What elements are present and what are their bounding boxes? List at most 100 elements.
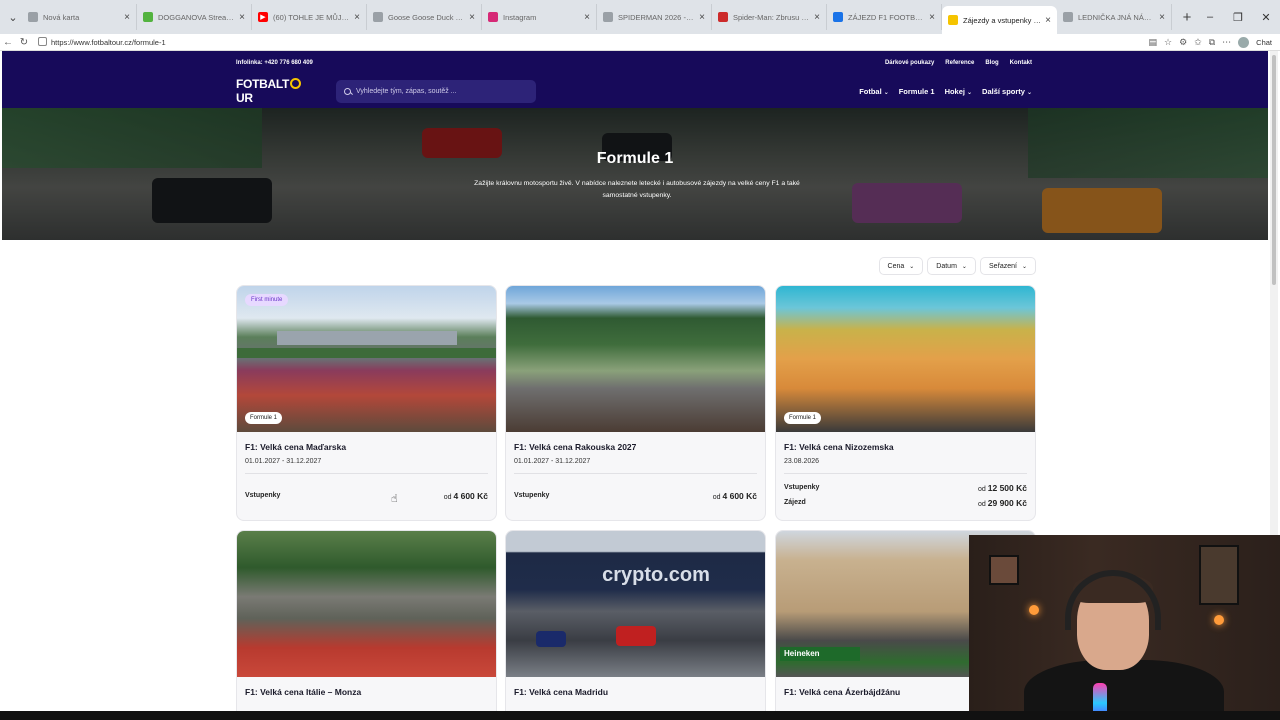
price-row: Vstupenky od 12 500 Kč: [776, 480, 1035, 495]
top-link-reference[interactable]: Reference: [945, 60, 974, 66]
nav-label: Další sporty: [982, 86, 1025, 96]
favorites-icon[interactable]: ✩: [1194, 37, 1202, 48]
maximize-icon[interactable]: ❐: [1224, 11, 1252, 24]
more-icon[interactable]: ⋯: [1222, 37, 1231, 48]
close-icon[interactable]: ×: [124, 12, 130, 23]
tab-title: Nová karta: [43, 12, 80, 22]
browser-tab[interactable]: Instagram ×: [482, 4, 597, 30]
chat-button[interactable]: Chat: [1256, 38, 1272, 47]
site-header: FOTBALTUR Vyhledejte tým, zápas, soutěž …: [2, 74, 1268, 108]
close-icon[interactable]: ×: [584, 12, 590, 23]
first-minute-badge: First minute: [245, 294, 289, 306]
tab-title: Instagram: [503, 12, 537, 22]
price-prefix: od: [978, 500, 986, 508]
banner-text: crypto.com: [602, 563, 710, 586]
close-icon[interactable]: ×: [469, 12, 475, 23]
filter-sort[interactable]: Seřazení ⌄: [979, 257, 1036, 275]
event-image: [237, 531, 496, 677]
event-card[interactable]: First minute Formule 1 F1: Velká cena Ma…: [236, 285, 497, 521]
browser-tab[interactable]: LEDNIČKA JNÁ NÁPOJE MINI... ×: [1057, 4, 1172, 30]
tab-favicon-icon: [948, 15, 958, 25]
nav-label: Formule 1: [898, 86, 935, 96]
price-amount: 4 600 Kč: [453, 490, 489, 501]
search-icon: [833, 12, 843, 22]
top-link-gift[interactable]: Dárkové poukazy: [885, 60, 934, 66]
close-window-icon[interactable]: ✕: [1252, 11, 1280, 24]
close-icon[interactable]: ×: [814, 12, 820, 23]
race-car: [536, 631, 566, 647]
browser-tab[interactable]: SPIDERMAN 2026 - Hledat ×: [597, 4, 712, 30]
bookmark-star-icon[interactable]: ☆: [1164, 37, 1172, 48]
race-car: [616, 626, 656, 646]
event-date: 01.01.2027 - 31.12.2027: [514, 458, 591, 465]
event-card[interactable]: F1: Velká cena Itálie – Monza: [236, 530, 497, 711]
price-value: od 29 900 Kč: [978, 498, 1027, 508]
category-badge: Formule 1: [245, 412, 283, 424]
minimize-icon[interactable]: –: [1196, 11, 1224, 23]
browser-tab[interactable]: ▶ (60) TOHLE JE MŮJ NOVÝ BYT! - ... ×: [252, 4, 367, 30]
chevron-down-icon: ⌄: [883, 89, 889, 96]
tab-list-icon[interactable]: ⌄: [4, 8, 22, 26]
browser-tab[interactable]: Goose Goose Duck ve službě St... ×: [367, 4, 482, 30]
close-icon[interactable]: ×: [1159, 12, 1165, 23]
close-icon[interactable]: ×: [929, 12, 935, 23]
chevron-down-icon: ⌄: [1026, 89, 1032, 96]
new-tab-icon[interactable]: +: [1176, 9, 1198, 26]
nav-hokej[interactable]: Hokej ⌄: [945, 87, 972, 96]
browser-tab[interactable]: Nová karta ×: [22, 4, 137, 30]
price-label: Vstupenky: [514, 492, 550, 499]
mouse-cursor-icon: ☝: [391, 493, 398, 505]
url-field[interactable]: https://www.fotbaltour.cz/formule-1: [38, 37, 166, 47]
filter-date[interactable]: Datum ⌄: [927, 257, 976, 275]
filter-label: Seřazení: [988, 262, 1017, 270]
infoline[interactable]: Infolinka: +420 776 680 409: [236, 60, 313, 66]
site-logo[interactable]: FOTBALTUR: [236, 77, 314, 105]
browser-tab-active[interactable]: Zájezdy a vstupenky na Formuli...×: [942, 6, 1057, 34]
close-icon[interactable]: ×: [1045, 15, 1051, 26]
event-card[interactable]: Formule 1 F1: Velká cena Nizozemska 23.0…: [775, 285, 1036, 521]
collections-icon[interactable]: ⧉: [1209, 37, 1215, 48]
event-image: crypto.com: [506, 531, 765, 677]
event-image: First minute Formule 1: [237, 286, 496, 432]
logo-ring-icon: [289, 78, 301, 89]
event-card[interactable]: F1: Velká cena Rakouska 2027 01.01.2027 …: [505, 285, 766, 521]
divider: [514, 473, 757, 474]
banner-text: Heineken: [784, 649, 820, 658]
nav-label: Hokej: [944, 86, 965, 96]
close-icon[interactable]: ×: [699, 12, 705, 23]
tab-favicon-icon: [28, 12, 38, 22]
chevron-down-icon: ⌄: [961, 263, 967, 270]
close-icon[interactable]: ×: [239, 12, 245, 23]
top-link-contact[interactable]: Kontakt: [1010, 60, 1032, 66]
site-info-icon[interactable]: [38, 37, 47, 46]
event-card[interactable]: crypto.com F1: Velká cena Madridu: [505, 530, 766, 711]
back-icon[interactable]: ←: [0, 37, 16, 48]
tab-favicon-icon: [718, 12, 728, 22]
close-icon[interactable]: ×: [354, 12, 360, 23]
picture-frame: [1199, 545, 1239, 605]
event-date: 01.01.2027 - 31.12.2027: [245, 458, 322, 465]
price-amount: 29 900 Kč: [987, 497, 1027, 508]
search-input[interactable]: Vyhledejte tým, zápas, soutěž ...: [336, 79, 536, 103]
browser-tab[interactable]: Spider-Man: Zbrusu nový den (2... ×: [712, 4, 827, 30]
reader-icon[interactable]: ▤: [1149, 37, 1158, 48]
browser-tab[interactable]: ZÁJEZD F1 FOOTBALLTOUR - H... ×: [827, 4, 942, 30]
reload-icon[interactable]: ↻: [16, 37, 32, 48]
search-icon: [344, 87, 351, 95]
extensions-icon[interactable]: ⚙: [1179, 37, 1187, 48]
browser-tab-bar: ⌄ Nová karta × DOGGANOVA Stream - Watch L…: [0, 0, 1280, 34]
tab-favicon-icon: [1063, 12, 1073, 22]
top-link-blog[interactable]: Blog: [985, 60, 998, 66]
browser-tab[interactable]: DOGGANOVA Stream - Watch Li... ×: [137, 4, 252, 30]
event-title: F1: Velká cena Itálie – Monza: [245, 687, 362, 697]
nav-dalsi-sporty[interactable]: Další sporty ⌄: [982, 87, 1032, 96]
scrollbar-thumb[interactable]: [1272, 55, 1276, 285]
hero-overlay: [2, 108, 1268, 240]
divider: [784, 473, 1027, 474]
profile-avatar[interactable]: [1238, 37, 1250, 48]
bottom-bar: [0, 711, 1280, 720]
nav-fotbal[interactable]: Fotbal ⌄: [859, 87, 889, 96]
price-row: Zájezd od 29 900 Kč: [776, 495, 1035, 510]
filter-price[interactable]: Cena ⌄: [878, 257, 924, 275]
nav-formule-1[interactable]: Formule 1: [899, 87, 935, 96]
